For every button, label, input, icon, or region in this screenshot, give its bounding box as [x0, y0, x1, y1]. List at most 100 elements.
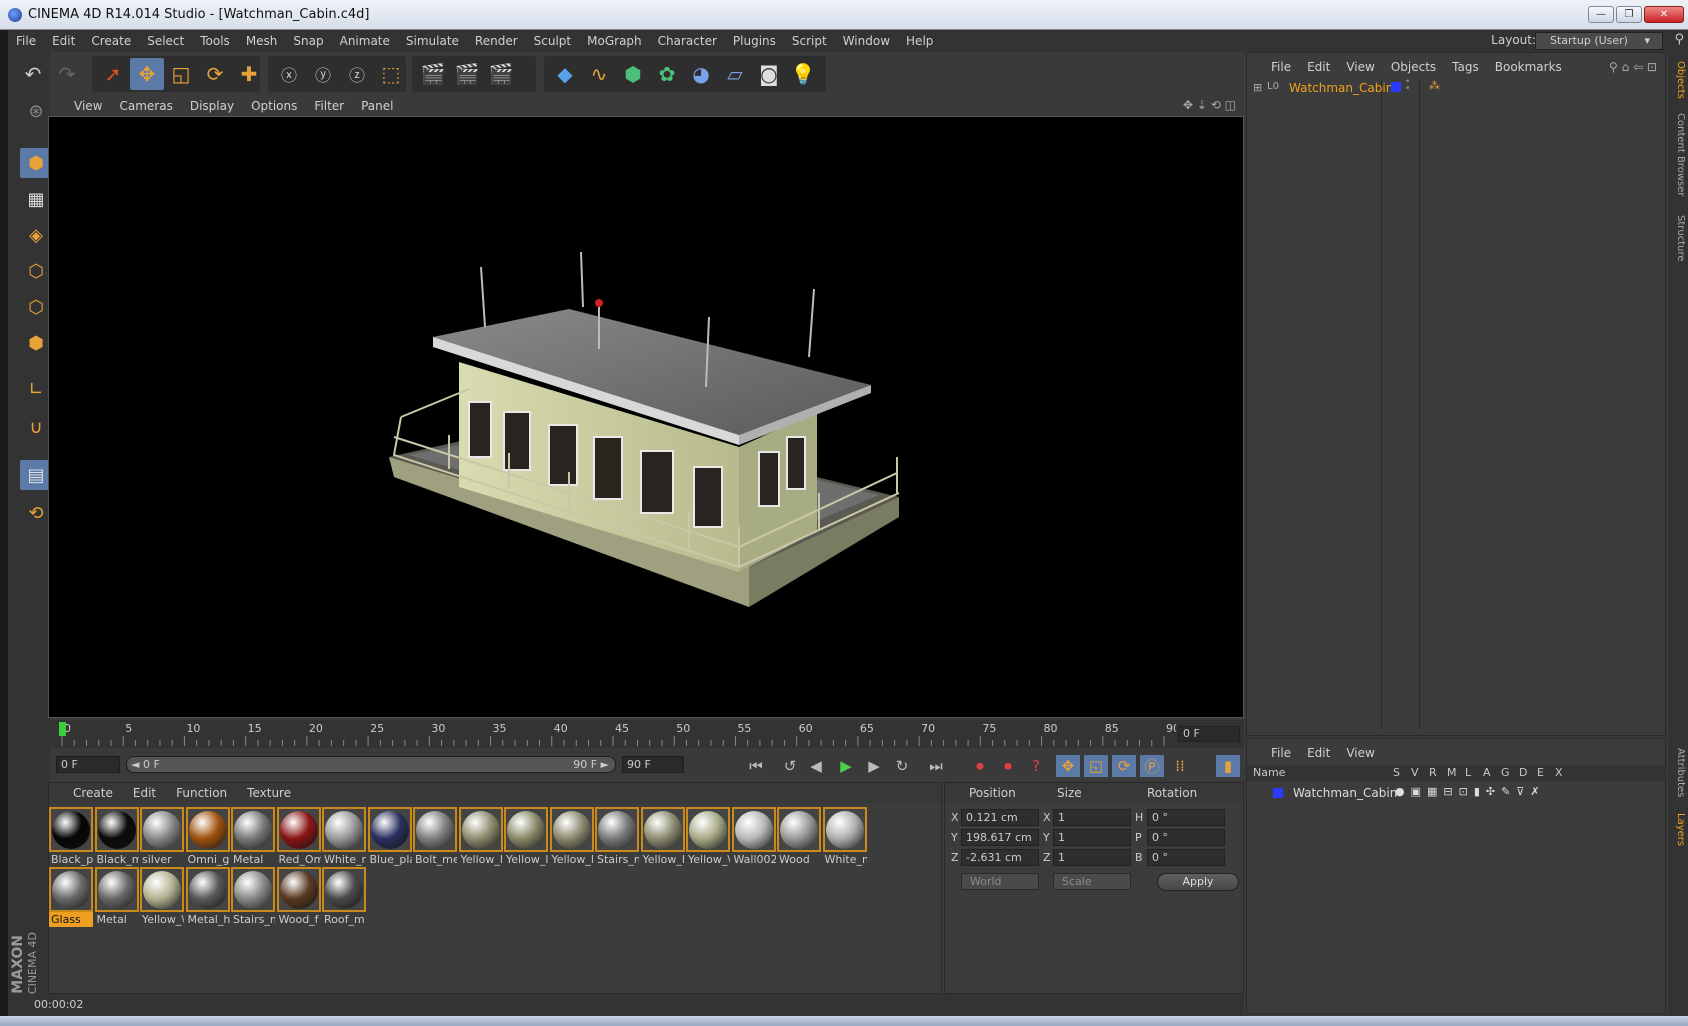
material-swatch[interactable]: Metal [231, 807, 275, 867]
menu-select[interactable]: Select [139, 34, 192, 48]
material-menu-edit[interactable]: Edit [133, 786, 156, 800]
close-button[interactable]: ✕ [1644, 6, 1684, 23]
material-swatch[interactable]: Roof_m [322, 867, 366, 927]
select-arrow-icon[interactable]: ➚ [96, 58, 130, 90]
record-keys-icon[interactable]: ⏺ [968, 755, 992, 777]
viewport-menu-view[interactable]: View [74, 99, 102, 113]
material-swatch[interactable]: Yellow_l [640, 807, 685, 867]
material-swatch[interactable]: silver [140, 807, 184, 867]
rotate-tool-icon[interactable]: ⟳ [198, 58, 232, 90]
viewport-menu-filter[interactable]: Filter [314, 99, 344, 113]
viewport-menu-display[interactable]: Display [190, 99, 234, 113]
end-frame-field[interactable]: 90 F [622, 756, 684, 773]
pos-y-field[interactable]: 198.617 cm [961, 829, 1039, 846]
previous-key-icon[interactable]: ↺ [778, 755, 802, 777]
layer-menu-edit[interactable]: Edit [1307, 746, 1330, 760]
layer-menu-view[interactable]: View [1346, 746, 1374, 760]
redo-icon[interactable]: ↷ [50, 58, 84, 90]
rot-p-field[interactable]: 0 ° [1147, 829, 1225, 846]
go-to-start-icon[interactable]: ⏮ [744, 755, 768, 777]
material-swatch[interactable]: Omni_g [185, 807, 230, 867]
layer-menu-file[interactable]: File [1271, 746, 1291, 760]
menu-character[interactable]: Character [650, 34, 725, 48]
y-axis-lock-icon[interactable]: ⓨ [306, 58, 340, 90]
menu-window[interactable]: Window [835, 34, 898, 48]
range-slider[interactable]: ◄ 0 F 90 F ► [126, 756, 616, 773]
object-menu-view[interactable]: View [1346, 60, 1374, 74]
next-key-icon[interactable]: ↻ [890, 755, 914, 777]
add-tool-icon[interactable]: ✚ [232, 58, 266, 90]
size-y-field[interactable]: 1 [1053, 829, 1131, 846]
col-v[interactable]: V [1411, 766, 1419, 779]
object-row[interactable]: ⊞ L0 Watchman_Cabin • • ⁂ [1253, 78, 1653, 97]
object-menu-edit[interactable]: Edit [1307, 60, 1330, 74]
menu-help[interactable]: Help [898, 34, 941, 48]
material-swatch[interactable]: Wood_f [276, 867, 321, 927]
coordinate-system-icon[interactable]: ⬚ [374, 58, 408, 90]
layer-name[interactable]: Watchman_Cabin [1293, 786, 1397, 800]
3d-viewport[interactable] [48, 116, 1244, 718]
col-m[interactable]: M [1447, 766, 1457, 779]
col-g[interactable]: G [1501, 766, 1510, 779]
size-x-field[interactable]: 1 [1053, 809, 1131, 826]
light-icon[interactable]: 💡 [786, 58, 820, 90]
material-tag-icon[interactable]: ⁂ [1429, 79, 1440, 92]
menu-render[interactable]: Render [467, 34, 526, 48]
menu-tools[interactable]: Tools [192, 34, 238, 48]
render-view-icon[interactable]: 🎬 [416, 58, 450, 90]
material-swatch[interactable]: Yellow_\ [140, 867, 184, 927]
viewport-menu-cameras[interactable]: Cameras [119, 99, 172, 113]
menu-mograph[interactable]: MoGraph [579, 34, 650, 48]
apply-button[interactable]: Apply [1157, 873, 1239, 891]
viewport-menu-options[interactable]: Options [251, 99, 297, 113]
object-menu-objects[interactable]: Objects [1391, 60, 1436, 74]
rot-h-field[interactable]: 0 ° [1147, 809, 1225, 826]
object-name[interactable]: Watchman_Cabin [1289, 81, 1393, 95]
tab-structure[interactable]: Structure [1670, 208, 1686, 268]
render-settings-icon[interactable]: 🎬 [484, 58, 518, 90]
col-x[interactable]: X [1555, 766, 1563, 779]
material-swatch[interactable]: Stairs_m [595, 807, 639, 867]
material-menu-function[interactable]: Function [176, 786, 227, 800]
material-menu-create[interactable]: Create [73, 786, 113, 800]
material-swatch[interactable]: Glass [49, 867, 93, 927]
menu-mesh[interactable]: Mesh [238, 34, 286, 48]
keyframe-selection-icon[interactable]: ? [1024, 755, 1048, 777]
tab-objects[interactable]: Objects [1670, 58, 1686, 102]
menu-animate[interactable]: Animate [332, 34, 398, 48]
start-frame-field[interactable]: 0 F [56, 756, 120, 773]
material-swatch[interactable]: Yellow_l [504, 807, 548, 867]
playhead[interactable] [59, 722, 66, 736]
col-r[interactable]: R [1429, 766, 1437, 779]
minimize-button[interactable]: — [1588, 6, 1614, 23]
material-swatch[interactable]: Wall002 [731, 807, 776, 867]
rot-b-field[interactable]: 0 ° [1147, 849, 1225, 866]
nurbs-icon[interactable]: ⬢ [616, 58, 650, 90]
col-a[interactable]: A [1483, 766, 1491, 779]
size-mode-dropdown[interactable]: Scale [1053, 873, 1131, 890]
menu-snap[interactable]: Snap [285, 34, 331, 48]
material-swatch[interactable]: White_r [322, 807, 366, 867]
restore-button[interactable]: ❐ [1616, 6, 1642, 23]
material-swatch[interactable]: Black_pl [49, 807, 93, 867]
undo-icon[interactable]: ↶ [16, 58, 50, 90]
key-rotation-icon[interactable]: ⟳ [1112, 755, 1136, 777]
pos-x-field[interactable]: 0.121 cm [961, 809, 1039, 826]
layer-toggle-icons[interactable]: ●▣▦⊟⊡▮✣✎⊽✗ [1395, 785, 1546, 798]
go-to-end-icon[interactable]: ⏭ [924, 755, 948, 777]
object-menu-file[interactable]: File [1271, 60, 1291, 74]
object-menu-tags[interactable]: Tags [1452, 60, 1479, 74]
coordinate-space-dropdown[interactable]: World [961, 873, 1039, 890]
menu-edit[interactable]: Edit [44, 34, 83, 48]
menu-create[interactable]: Create [83, 34, 139, 48]
material-swatch[interactable]: Yellow_l [549, 807, 594, 867]
timeline-scheme-icon[interactable]: ▮ [1216, 755, 1240, 777]
material-swatch[interactable]: Wood [777, 807, 821, 867]
tab-content-browser[interactable]: Content Browser [1670, 110, 1686, 200]
x-axis-lock-icon[interactable]: ⓧ [272, 58, 306, 90]
material-swatch[interactable]: Bolt_me [413, 807, 457, 867]
z-axis-lock-icon[interactable]: ⓩ [340, 58, 374, 90]
visibility-dots-icon[interactable]: • • [1405, 78, 1410, 94]
spline-icon[interactable]: ∿ [582, 58, 616, 90]
col-s[interactable]: S [1393, 766, 1400, 779]
